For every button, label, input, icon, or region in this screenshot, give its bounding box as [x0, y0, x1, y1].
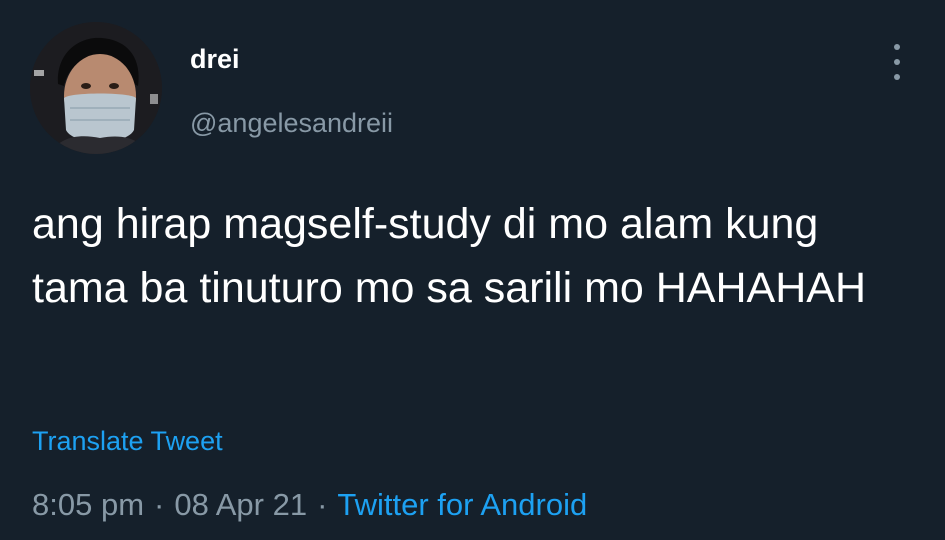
- translate-tweet-link[interactable]: Translate Tweet: [32, 426, 223, 457]
- tweet-meta: 8:05 pm · 08 Apr 21 · Twitter for Android: [32, 487, 587, 523]
- profile-avatar[interactable]: [30, 22, 162, 154]
- tweet-card: drei @angelesandreii ang hirap magself-s…: [0, 0, 945, 540]
- more-vertical-icon[interactable]: [882, 44, 912, 80]
- separator: ·: [154, 487, 165, 522]
- dot: [894, 44, 900, 50]
- tweet-text: ang hirap magself-study di mo alam kung …: [32, 200, 867, 312]
- tweet-source-link[interactable]: Twitter for Android: [337, 487, 587, 522]
- separator: ·: [317, 487, 328, 522]
- dot: [894, 74, 900, 80]
- user-handle[interactable]: @angelesandreii: [190, 108, 393, 139]
- tweet-date[interactable]: 08 Apr 21: [174, 487, 307, 522]
- display-name[interactable]: drei: [190, 44, 240, 75]
- dot: [894, 59, 900, 65]
- tweet-time[interactable]: 8:05 pm: [32, 487, 144, 522]
- avatar-image: [30, 22, 162, 154]
